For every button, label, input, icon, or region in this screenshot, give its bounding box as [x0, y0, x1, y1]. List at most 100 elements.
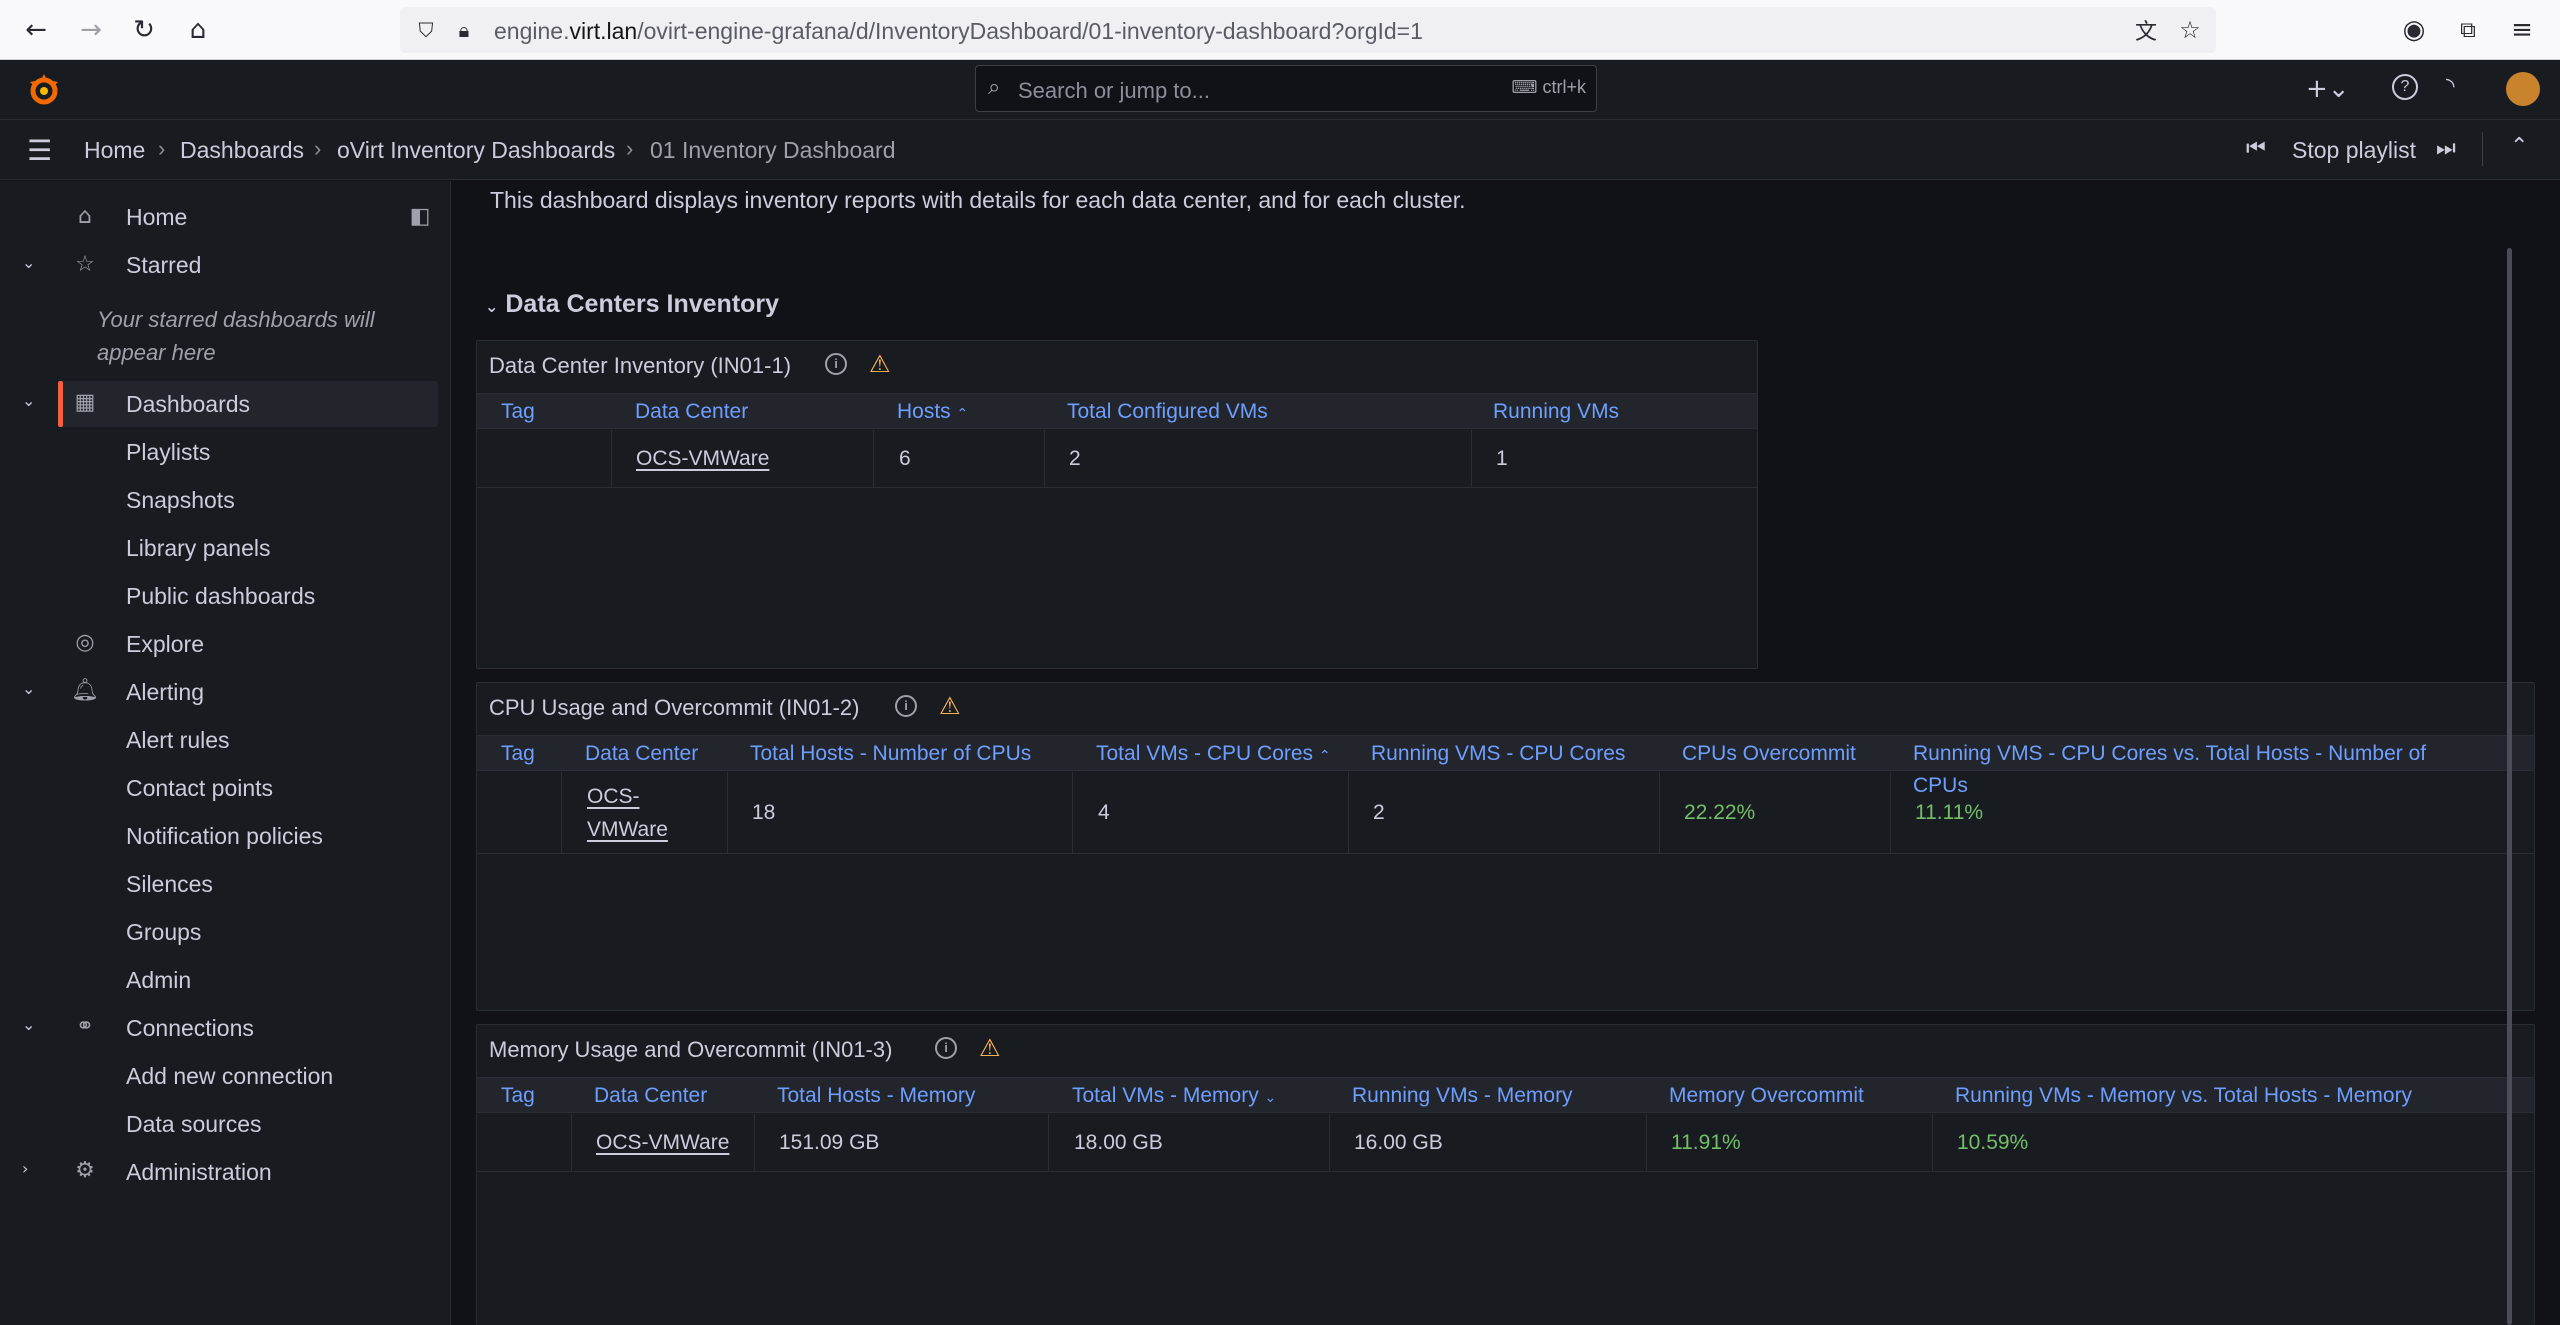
sidebar-item-snapshots[interactable]: Snapshots: [126, 487, 235, 514]
cell-divider: [1329, 1114, 1330, 1171]
sidebar-item-connections[interactable]: Connections: [126, 1015, 254, 1042]
menu-icon[interactable]: ≡: [2506, 14, 2538, 46]
sidebar-item-library-panels[interactable]: Library panels: [126, 535, 270, 562]
forward-icon[interactable]: →: [75, 14, 107, 46]
chevron-down-icon[interactable]: ⌄: [22, 391, 35, 410]
column-header[interactable]: CPUs Overcommit: [1682, 742, 1856, 766]
warning-icon[interactable]: ⚠: [939, 694, 961, 718]
sidebar-item-starred[interactable]: Starred: [126, 252, 201, 279]
column-header[interactable]: Total VMs - Memory ⌄: [1072, 1084, 1276, 1108]
info-icon[interactable]: i: [895, 695, 917, 717]
breadcrumb-home[interactable]: Home: [84, 137, 145, 164]
column-header[interactable]: Tag: [501, 1084, 535, 1108]
help-icon[interactable]: ?: [2392, 74, 2418, 100]
column-header[interactable]: Data Center: [594, 1084, 707, 1108]
playlist-prev-icon[interactable]: ⏮: [2246, 136, 2266, 161]
panel-title[interactable]: Memory Usage and Overcommit (IN01-3): [489, 1037, 892, 1063]
data-center-link-wrap[interactable]: VMWare: [587, 818, 668, 842]
column-header[interactable]: Memory Overcommit: [1669, 1084, 1864, 1108]
extensions-icon[interactable]: ⧉: [2452, 14, 2484, 46]
breadcrumb-folder[interactable]: oVirt Inventory Dashboards: [337, 137, 615, 164]
memory-overcommit-value: 11.91%: [1671, 1131, 1741, 1154]
breadcrumb-dashboards[interactable]: Dashboards: [180, 137, 304, 164]
column-header[interactable]: Tag: [501, 400, 535, 424]
back-icon[interactable]: ←: [20, 14, 52, 46]
search-input[interactable]: ⌕ Search or jump to... ⌨ ctrl+k: [975, 65, 1597, 112]
grafana-logo-icon[interactable]: [26, 72, 62, 108]
row-title[interactable]: ⌄ Data Centers Inventory: [485, 290, 779, 319]
hosts-value: 6: [899, 447, 911, 470]
info-icon[interactable]: i: [825, 353, 847, 375]
dock-menu-icon[interactable]: ◧: [407, 203, 433, 229]
column-header[interactable]: Running VMs - Memory: [1352, 1084, 1573, 1108]
stop-playlist-button[interactable]: Stop playlist: [2292, 137, 2416, 164]
data-center-link[interactable]: OCS-: [587, 785, 640, 809]
sidebar-item-admin[interactable]: Admin: [126, 967, 191, 994]
bookmark-star-icon[interactable]: ☆: [2174, 14, 2206, 46]
url-bar[interactable]: ⛉ 🔒︎ engine.virt.lan/ovirt-engine-grafan…: [400, 7, 2216, 53]
column-header[interactable]: Total Hosts - Number of CPUs: [750, 742, 1031, 766]
panel-title[interactable]: Data Center Inventory (IN01-1): [489, 353, 791, 379]
sidebar-item-home[interactable]: Home: [126, 204, 187, 231]
column-header[interactable]: Running VMs - Memory vs. Total Hosts - M…: [1955, 1084, 2412, 1108]
column-header[interactable]: Total Hosts - Memory: [777, 1084, 975, 1108]
sidebar-item-alerting[interactable]: Alerting: [126, 679, 204, 706]
chevron-down-icon[interactable]: ⌄: [485, 297, 498, 316]
chevron-down-icon[interactable]: ⌄: [22, 1015, 35, 1034]
chevron-down-icon[interactable]: ⌄: [22, 679, 35, 698]
sidebar-item-explore[interactable]: Explore: [126, 631, 204, 658]
warning-icon[interactable]: ⚠: [979, 1036, 1001, 1060]
scrollbar[interactable]: [2507, 248, 2512, 1325]
sort-ascending-icon: ⌃: [1318, 748, 1331, 764]
total-hosts-cpus-value: 18: [752, 801, 776, 824]
sidebar-item-playlists[interactable]: Playlists: [126, 439, 210, 466]
panel-title[interactable]: CPU Usage and Overcommit (IN01-2): [489, 695, 859, 721]
data-center-link[interactable]: OCS-VMWare: [596, 1131, 729, 1155]
user-avatar[interactable]: [2506, 72, 2540, 106]
column-header[interactable]: Running VMS - CPU Cores vs. Total Hosts …: [1913, 742, 2426, 766]
sidebar-item-groups[interactable]: Groups: [126, 919, 201, 946]
panel-title-icons: i ⚠: [895, 694, 961, 718]
sidebar-item-add-new-connection[interactable]: Add new connection: [126, 1063, 333, 1090]
news-rss-icon[interactable]: ◝: [2446, 74, 2455, 99]
chevron-right-icon[interactable]: ›: [22, 1159, 28, 1178]
sidebar-item-administration[interactable]: Administration: [126, 1159, 272, 1186]
warning-icon[interactable]: ⚠: [869, 352, 891, 376]
column-header[interactable]: Data Center: [585, 742, 698, 766]
account-icon[interactable]: ◉: [2398, 14, 2430, 46]
running-vs-total-memory-value: 10.59%: [1957, 1131, 2029, 1154]
reload-icon[interactable]: ↻: [128, 14, 160, 46]
collapse-chevron-up-icon[interactable]: ⌃: [2510, 134, 2528, 159]
total-vms-cpu-cores-value: 4: [1098, 801, 1110, 824]
add-icon[interactable]: +⌄: [2306, 74, 2350, 104]
column-header[interactable]: Tag: [501, 742, 535, 766]
info-icon[interactable]: i: [935, 1037, 957, 1059]
column-header[interactable]: Total Configured VMs: [1067, 400, 1268, 424]
column-header[interactable]: Running VMs: [1493, 400, 1619, 424]
panel-title-icons: i ⚠: [935, 1036, 1001, 1060]
sidebar-item-dashboards[interactable]: Dashboards: [126, 391, 250, 418]
column-header[interactable]: Hosts ⌃: [897, 400, 968, 424]
table-header: Tag Data Center Hosts ⌃ Total Configured…: [477, 393, 1757, 429]
gear-icon: ⚙: [75, 1157, 95, 1183]
breadcrumb-separator-icon: ›: [626, 136, 634, 161]
column-header[interactable]: Running VMS - CPU Cores: [1371, 742, 1625, 766]
playlist-next-icon[interactable]: ⏭: [2436, 136, 2456, 161]
sidebar-item-public-dashboards[interactable]: Public dashboards: [126, 583, 315, 610]
sidebar-item-data-sources[interactable]: Data sources: [126, 1111, 262, 1138]
sidebar-item-alert-rules[interactable]: Alert rules: [126, 727, 230, 754]
column-header[interactable]: Data Center: [635, 400, 748, 424]
home-icon[interactable]: ⌂: [182, 14, 214, 46]
sidebar-item-notification-policies[interactable]: Notification policies: [126, 823, 323, 850]
panel-memory-usage: Memory Usage and Overcommit (IN01-3) i ⚠…: [476, 1024, 2535, 1325]
sidebar-item-contact-points[interactable]: Contact points: [126, 775, 273, 802]
chevron-down-icon[interactable]: ⌄: [22, 253, 35, 272]
data-center-link[interactable]: OCS-VMWare: [636, 447, 769, 471]
sidebar-item-silences[interactable]: Silences: [126, 871, 213, 898]
column-header[interactable]: Total VMs - CPU Cores ⌃: [1096, 742, 1331, 766]
shield-icon[interactable]: ⛉: [410, 14, 442, 46]
url-text[interactable]: engine.virt.lan/ovirt-engine-grafana/d/I…: [494, 18, 1423, 45]
grafana-topbar: ⌕ Search or jump to... ⌨ ctrl+k +⌄ ? ◝: [0, 60, 2560, 120]
hamburger-menu-icon[interactable]: ☰: [27, 134, 52, 167]
translate-icon[interactable]: 文: [2130, 14, 2162, 46]
